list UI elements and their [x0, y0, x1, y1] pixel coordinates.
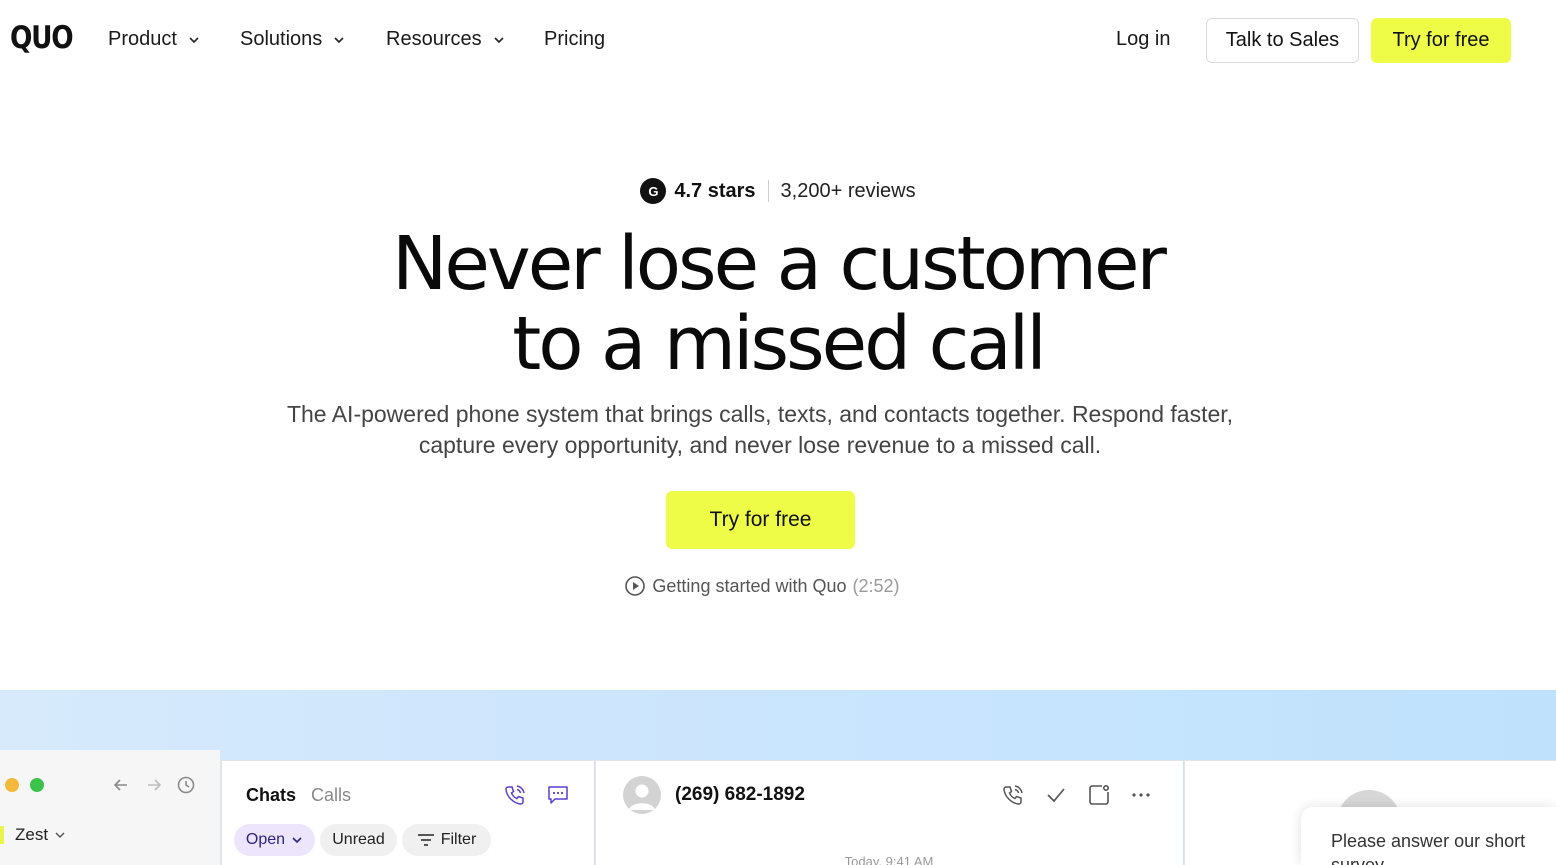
history-clock-icon: [177, 776, 195, 794]
logo[interactable]: QUO: [10, 20, 74, 56]
chevron-down-icon: [494, 36, 504, 43]
unread-filter-pill: Unread: [320, 824, 397, 856]
login-link[interactable]: Log in: [1116, 28, 1171, 51]
nav-resources[interactable]: Resources: [386, 28, 506, 51]
headline-line-1: Never lose a customer: [392, 221, 1167, 307]
filter-label: Filter: [440, 831, 477, 848]
play-circle-icon: [625, 576, 646, 596]
contact-phone-number: (269) 682-1892: [675, 784, 805, 805]
tab-calls: Calls: [311, 785, 352, 805]
nav-pricing[interactable]: Pricing: [544, 28, 605, 51]
talk-to-sales-button[interactable]: Talk to Sales: [1206, 18, 1359, 63]
checkmark-icon: [1047, 788, 1065, 803]
chevron-down-icon: [292, 837, 302, 844]
hero-subheadline: The AI-powered phone system that brings …: [286, 401, 1234, 458]
window-minimize-dot: [5, 778, 19, 792]
nav-solutions-label: Solutions: [240, 28, 323, 50]
hero-headline: Never lose a customer to a missed call: [0, 224, 1556, 384]
headline-line-2: to a missed call: [512, 301, 1047, 387]
nav-product[interactable]: Product: [108, 28, 201, 51]
phone-call-icon: [505, 785, 525, 805]
getting-started-video-link[interactable]: Getting started with Quo (2:52): [0, 575, 1524, 597]
try-for-free-hero-button[interactable]: Try for free: [666, 491, 855, 549]
note-icon: [1089, 784, 1109, 805]
survey-popup[interactable]: Please answer our short survey: [1301, 807, 1556, 865]
video-duration: (2:52): [852, 575, 900, 596]
person-icon: [629, 784, 655, 810]
window-maximize-dot: [30, 778, 44, 792]
divider: [767, 180, 769, 202]
nav-resources-label: Resources: [386, 28, 482, 50]
nav-solutions[interactable]: Solutions: [240, 28, 346, 51]
chevron-down-icon: [334, 36, 344, 43]
nav-product-label: Product: [108, 28, 177, 50]
review-count: 3,200+ reviews: [780, 179, 916, 202]
top-navigation: QUO Product Solutions Resources Pricing …: [0, 0, 1556, 80]
phone-call-icon: [1003, 785, 1023, 805]
forward-arrow-icon: [148, 779, 162, 791]
conversation-panel: [595, 760, 1183, 865]
tab-chats: Chats: [246, 785, 297, 805]
nav-pricing-label: Pricing: [544, 28, 606, 50]
new-message-icon: [548, 786, 568, 804]
video-label: Getting started with Quo: [652, 575, 847, 596]
rating-row: G 4.7 stars 3,200+ reviews: [0, 178, 1556, 204]
back-arrow-icon: [113, 779, 127, 791]
unread-filter-label: Unread: [332, 831, 385, 848]
filter-lines-icon: [417, 834, 434, 846]
filter-pill: Filter: [402, 824, 491, 856]
more-options-icon: [1132, 793, 1150, 797]
chevron-down-icon: [55, 832, 65, 839]
chevron-down-icon: [189, 36, 199, 43]
rating-stars: 4.7 stars: [674, 179, 756, 202]
open-filter-label: Open: [245, 831, 286, 848]
try-for-free-header-button[interactable]: Try for free: [1371, 18, 1511, 63]
app-sidebar: [0, 750, 220, 865]
survey-text: Please answer our short survey: [1331, 831, 1526, 865]
open-filter-pill: Open: [234, 824, 315, 856]
workspace-name: Zest: [15, 825, 49, 844]
workspace-marker: [0, 826, 4, 844]
g2-logo-icon: G: [640, 178, 667, 204]
workspace-selector: Zest: [15, 825, 66, 845]
contact-avatar: [623, 776, 661, 814]
